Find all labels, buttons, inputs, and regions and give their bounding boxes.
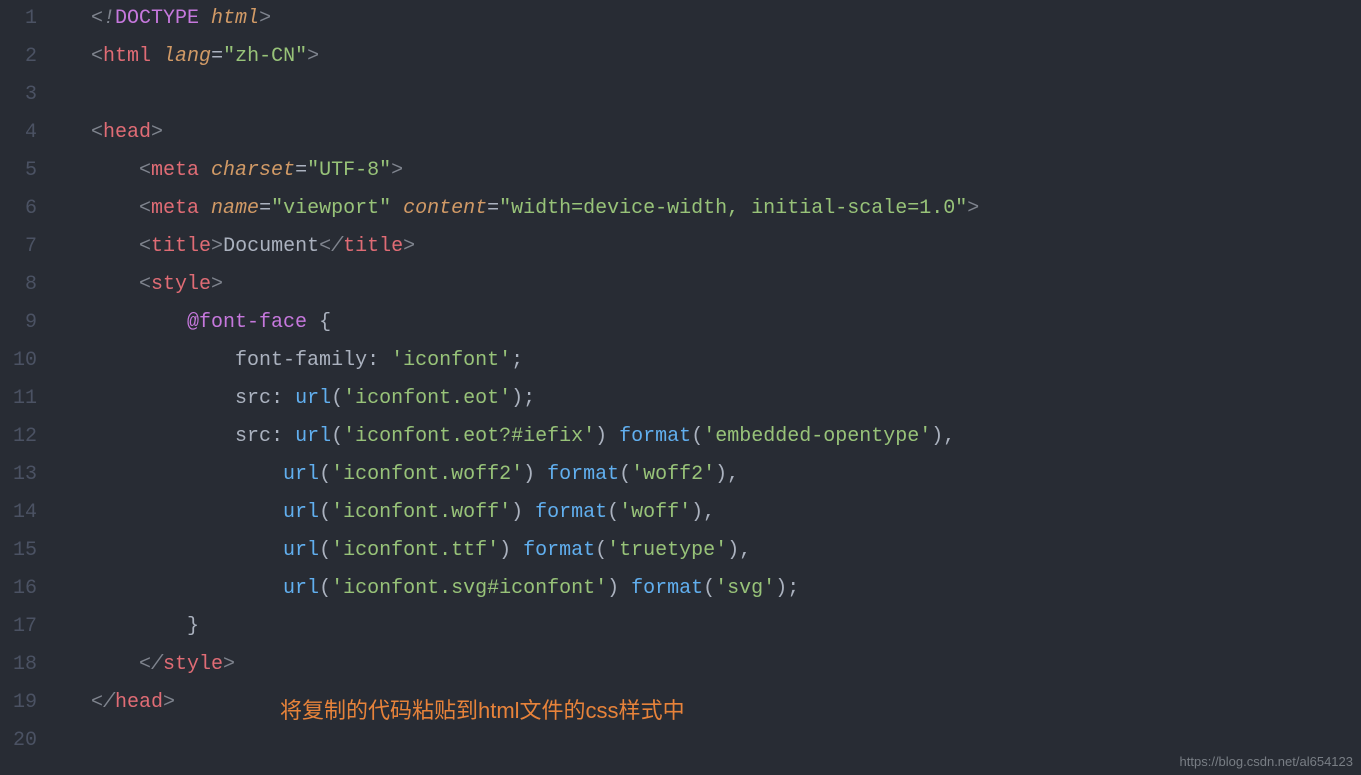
code-line[interactable]: font-family: 'iconfont'; <box>55 342 1361 380</box>
code-line[interactable]: <title>Document</title> <box>55 228 1361 266</box>
line-number: 11 <box>0 380 37 418</box>
line-number: 1 <box>0 0 37 38</box>
code-line[interactable]: <head> <box>55 114 1361 152</box>
code-line[interactable]: <style> <box>55 266 1361 304</box>
code-line[interactable]: <meta name="viewport" content="width=dev… <box>55 190 1361 228</box>
line-number: 9 <box>0 304 37 342</box>
line-number: 2 <box>0 38 37 76</box>
code-line[interactable] <box>55 722 1361 760</box>
code-line[interactable]: <!DOCTYPE html> <box>55 0 1361 38</box>
line-number: 4 <box>0 114 37 152</box>
line-number: 15 <box>0 532 37 570</box>
line-number: 18 <box>0 646 37 684</box>
code-line[interactable]: src: url('iconfont.eot'); <box>55 380 1361 418</box>
code-line[interactable]: </style> <box>55 646 1361 684</box>
code-editor[interactable]: 1 2 3 4 5 6 7 8 9 10 11 12 13 14 15 16 1… <box>0 0 1361 775</box>
code-content[interactable]: <!DOCTYPE html> <html lang="zh-CN"> <hea… <box>55 0 1361 775</box>
line-number: 19 <box>0 684 37 722</box>
line-number: 6 <box>0 190 37 228</box>
line-number: 7 <box>0 228 37 266</box>
annotation-text: 将复制的代码粘贴到html文件的css样式中 <box>280 692 685 730</box>
line-number: 20 <box>0 722 37 760</box>
line-number: 14 <box>0 494 37 532</box>
line-number: 16 <box>0 570 37 608</box>
code-line[interactable]: url('iconfont.svg#iconfont') format('svg… <box>55 570 1361 608</box>
line-number: 12 <box>0 418 37 456</box>
code-line[interactable]: <html lang="zh-CN"> <box>55 38 1361 76</box>
code-line[interactable]: url('iconfont.woff2') format('woff2'), <box>55 456 1361 494</box>
code-line[interactable]: } <box>55 608 1361 646</box>
line-number: 3 <box>0 76 37 114</box>
line-number: 5 <box>0 152 37 190</box>
line-number: 17 <box>0 608 37 646</box>
code-line[interactable]: @font-face { <box>55 304 1361 342</box>
line-number: 13 <box>0 456 37 494</box>
code-line[interactable]: </head> <box>55 684 1361 722</box>
code-line[interactable]: <meta charset="UTF-8"> <box>55 152 1361 190</box>
code-line[interactable]: src: url('iconfont.eot?#iefix') format('… <box>55 418 1361 456</box>
line-number: 10 <box>0 342 37 380</box>
code-line[interactable]: url('iconfont.woff') format('woff'), <box>55 494 1361 532</box>
line-number-gutter: 1 2 3 4 5 6 7 8 9 10 11 12 13 14 15 16 1… <box>0 0 55 775</box>
code-line[interactable] <box>55 76 1361 114</box>
code-line[interactable]: url('iconfont.ttf') format('truetype'), <box>55 532 1361 570</box>
watermark-text: https://blog.csdn.net/al654123 <box>1180 754 1353 769</box>
line-number: 8 <box>0 266 37 304</box>
